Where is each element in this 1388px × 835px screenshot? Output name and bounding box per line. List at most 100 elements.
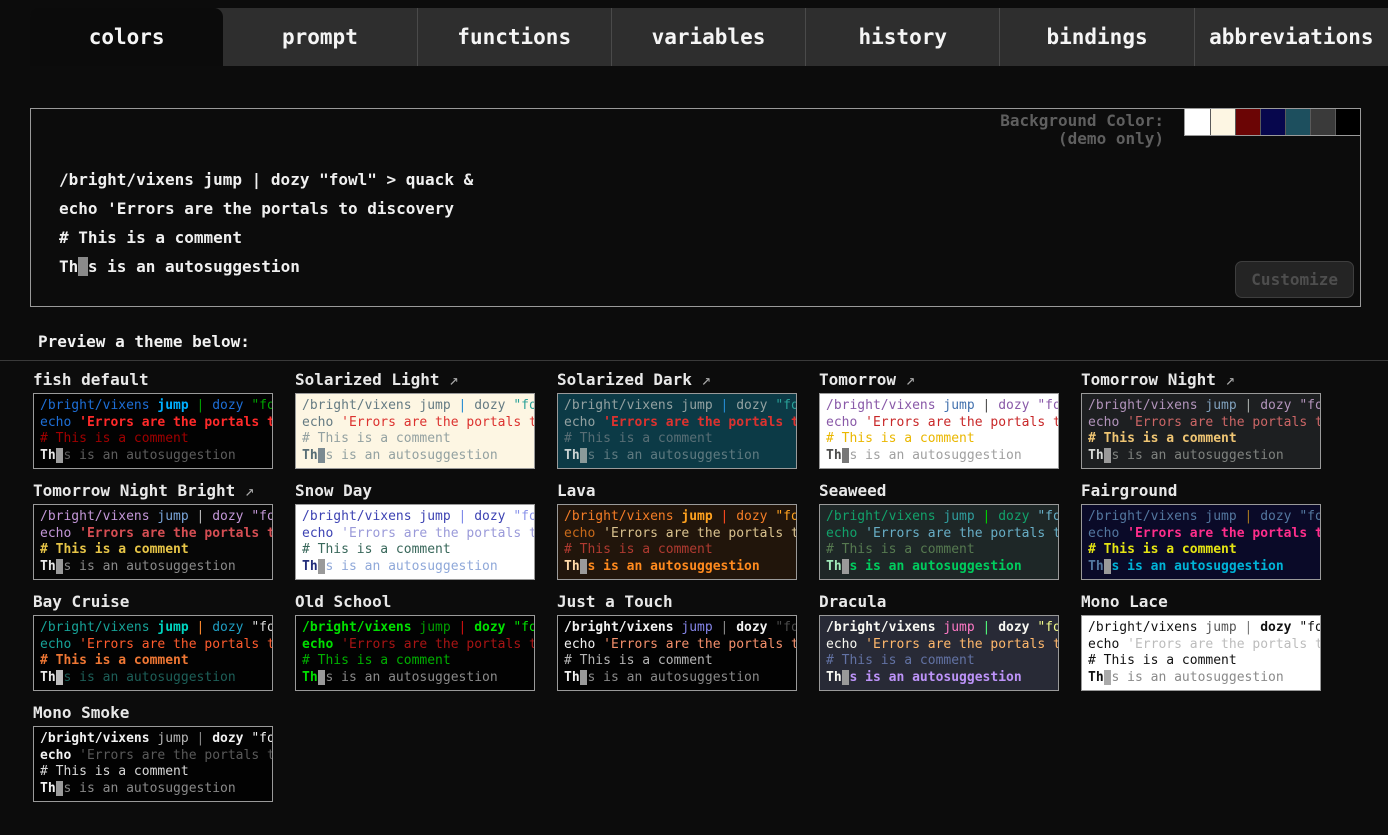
text-segment: 'Errors are the portals to discovery bbox=[79, 637, 273, 652]
theme-cell: Bay Cruise/bright/vixens jump | dozy "fo… bbox=[33, 592, 273, 691]
text-segment: /bright/vixens bbox=[826, 398, 943, 413]
background-color-swatch-black[interactable] bbox=[1335, 109, 1360, 135]
theme-title: Bay Cruise bbox=[33, 592, 273, 612]
terminal-line: echo 'Errors are the portals to discover… bbox=[826, 415, 1052, 432]
theme-card-mono-lace[interactable]: /bright/vixens jump | dozy "fowl" > quac… bbox=[1081, 615, 1321, 691]
theme-card-fish-default[interactable]: /bright/vixens jump | dozy "fowl" > quac… bbox=[33, 393, 273, 469]
text-segment: /bright/vixens bbox=[302, 509, 419, 524]
text-segment: Th bbox=[302, 448, 318, 463]
text-segment: s is an autosuggestion bbox=[63, 448, 235, 463]
text-segment: s is an autosuggestion bbox=[849, 559, 1021, 574]
external-link-icon[interactable]: ↗ bbox=[235, 481, 254, 500]
text-segment: "fowl" > quack & bbox=[1299, 509, 1321, 524]
themes-heading: Preview a theme below: bbox=[38, 332, 1388, 351]
text-segment: "fowl" > quack & bbox=[1037, 620, 1059, 635]
text-segment: dozy bbox=[736, 398, 775, 413]
external-link-icon[interactable]: ↗ bbox=[440, 370, 459, 389]
text-segment: s is an autosuggestion bbox=[1111, 448, 1283, 463]
background-color-swatch-cream[interactable] bbox=[1210, 109, 1235, 135]
theme-cell: Solarized Light ↗/bright/vixens jump | d… bbox=[295, 370, 535, 469]
background-color-swatch-white[interactable] bbox=[1185, 109, 1210, 135]
text-segment: jump bbox=[943, 509, 982, 524]
theme-card-seaweed[interactable]: /bright/vixens jump | dozy "fowl" > quac… bbox=[819, 504, 1059, 580]
background-color-label: Background Color: (demo only) bbox=[1000, 112, 1164, 148]
text-segment: 'Errors are the portals to discovery bbox=[603, 415, 797, 430]
theme-card-snow-day[interactable]: /bright/vixens jump | dozy "fowl" > quac… bbox=[295, 504, 535, 580]
theme-card-fairground[interactable]: /bright/vixens jump | dozy "fowl" > quac… bbox=[1081, 504, 1321, 580]
terminal-line: echo 'Errors are the portals to discover… bbox=[40, 415, 266, 432]
text-segment: echo bbox=[1088, 637, 1127, 652]
background-color-swatch-navy[interactable] bbox=[1260, 109, 1285, 135]
theme-card-old-school[interactable]: /bright/vixens jump | dozy "fowl" > quac… bbox=[295, 615, 535, 691]
theme-card-lava[interactable]: /bright/vixens jump | dozy "fowl" > quac… bbox=[557, 504, 797, 580]
terminal-line: This is an autosuggestion bbox=[1088, 559, 1314, 576]
tab-abbreviations[interactable]: abbreviations bbox=[1194, 8, 1388, 66]
theme-card-mono-smoke[interactable]: /bright/vixens jump | dozy "fowl" > quac… bbox=[33, 726, 273, 802]
external-link-icon[interactable]: ↗ bbox=[1216, 370, 1235, 389]
theme-cell: Mono Lace/bright/vixens jump | dozy "fow… bbox=[1081, 592, 1321, 691]
terminal-line: /bright/vixens jump | dozy "fowl" > quac… bbox=[302, 398, 528, 415]
tab-bindings[interactable]: bindings bbox=[999, 8, 1193, 66]
theme-card-tomorrow[interactable]: /bright/vixens jump | dozy "fowl" > quac… bbox=[819, 393, 1059, 469]
customize-button[interactable]: Customize bbox=[1235, 261, 1354, 298]
text-segment: echo bbox=[564, 637, 603, 652]
terminal-line: This is an autosuggestion bbox=[564, 448, 790, 465]
background-color-swatch-dark-gray[interactable] bbox=[1310, 109, 1335, 135]
text-segment: # This is a comment bbox=[564, 542, 713, 557]
theme-card-just-a-touch[interactable]: /bright/vixens jump | dozy "fowl" > quac… bbox=[557, 615, 797, 691]
external-link-icon[interactable]: ↗ bbox=[692, 370, 711, 389]
text-segment: /bright/vixens bbox=[40, 731, 157, 746]
theme-card-tomorrow-night[interactable]: /bright/vixens jump | dozy "fowl" > quac… bbox=[1081, 393, 1321, 469]
text-segment: s is an autosuggestion bbox=[1111, 670, 1283, 685]
text-segment: | bbox=[983, 620, 999, 635]
tab-colors[interactable]: colors bbox=[30, 8, 223, 66]
terminal-preview: /bright/vixens jump | dozy "fowl" > quac… bbox=[59, 165, 473, 281]
text-segment: echo bbox=[302, 526, 341, 541]
text-segment: /bright/vixens bbox=[564, 620, 681, 635]
background-color-swatch-maroon[interactable] bbox=[1235, 109, 1260, 135]
text-segment: jump bbox=[419, 620, 458, 635]
theme-title: Snow Day bbox=[295, 481, 535, 501]
text-segment: echo bbox=[40, 526, 79, 541]
theme-card-dracula[interactable]: /bright/vixens jump | dozy "fowl" > quac… bbox=[819, 615, 1059, 691]
text-segment: 'Errors are the portals to discovery bbox=[341, 526, 535, 541]
text-segment: echo bbox=[826, 415, 865, 430]
text-segment: echo bbox=[826, 637, 865, 652]
text-segment: | bbox=[459, 398, 475, 413]
tab-prompt[interactable]: prompt bbox=[223, 8, 416, 66]
background-color-label-line2: (demo only) bbox=[1000, 130, 1164, 148]
text-segment: /bright/vixens bbox=[40, 398, 157, 413]
tab-functions[interactable]: functions bbox=[417, 8, 611, 66]
theme-title: Lava bbox=[557, 481, 797, 501]
theme-card-solarized-light[interactable]: /bright/vixens jump | dozy "fowl" > quac… bbox=[295, 393, 535, 469]
text-segment: dozy bbox=[998, 620, 1037, 635]
text-segment: "fowl" > quack & bbox=[1299, 398, 1321, 413]
terminal-line: This is an autosuggestion bbox=[302, 559, 528, 576]
terminal-line: This is an autosuggestion bbox=[302, 448, 528, 465]
terminal-line: echo 'Errors are the portals to discover… bbox=[302, 526, 528, 543]
external-link-icon[interactable]: ↗ bbox=[896, 370, 915, 389]
tab-variables[interactable]: variables bbox=[611, 8, 805, 66]
text-segment: echo bbox=[1088, 415, 1127, 430]
text-segment: echo bbox=[40, 637, 79, 652]
terminal-line: /bright/vixens jump | dozy "fowl" > quac… bbox=[564, 509, 790, 526]
text-segment: /bright/vixens bbox=[40, 509, 157, 524]
tab-history[interactable]: history bbox=[805, 8, 999, 66]
text-segment: s is an autosuggestion bbox=[325, 670, 497, 685]
text-segment: "fowl" > quack & bbox=[251, 620, 273, 635]
text-segment: 'Errors are the portals to discovery bbox=[603, 637, 797, 652]
text-segment: /bright/vixens bbox=[564, 398, 681, 413]
theme-card-bay-cruise[interactable]: /bright/vixens jump | dozy "fowl" > quac… bbox=[33, 615, 273, 691]
text-segment: s is an autosuggestion bbox=[63, 781, 235, 796]
text-segment: Th bbox=[826, 448, 842, 463]
terminal-line: echo 'Errors are the portals to discover… bbox=[826, 526, 1052, 543]
text-segment: jump bbox=[681, 509, 720, 524]
theme-title: Solarized Dark ↗ bbox=[557, 370, 797, 390]
terminal-line: echo 'Errors are the portals to discover… bbox=[40, 748, 266, 765]
text-segment: s is an autosuggestion bbox=[325, 448, 497, 463]
text-segment: "fowl" > quack & bbox=[251, 398, 273, 413]
background-color-swatch-teal[interactable] bbox=[1285, 109, 1310, 135]
theme-card-solarized-dark[interactable]: /bright/vixens jump | dozy "fowl" > quac… bbox=[557, 393, 797, 469]
theme-card-tomorrow-night-bright[interactable]: /bright/vixens jump | dozy "fowl" > quac… bbox=[33, 504, 273, 580]
terminal-line: /bright/vixens jump | dozy "fowl" > quac… bbox=[826, 509, 1052, 526]
